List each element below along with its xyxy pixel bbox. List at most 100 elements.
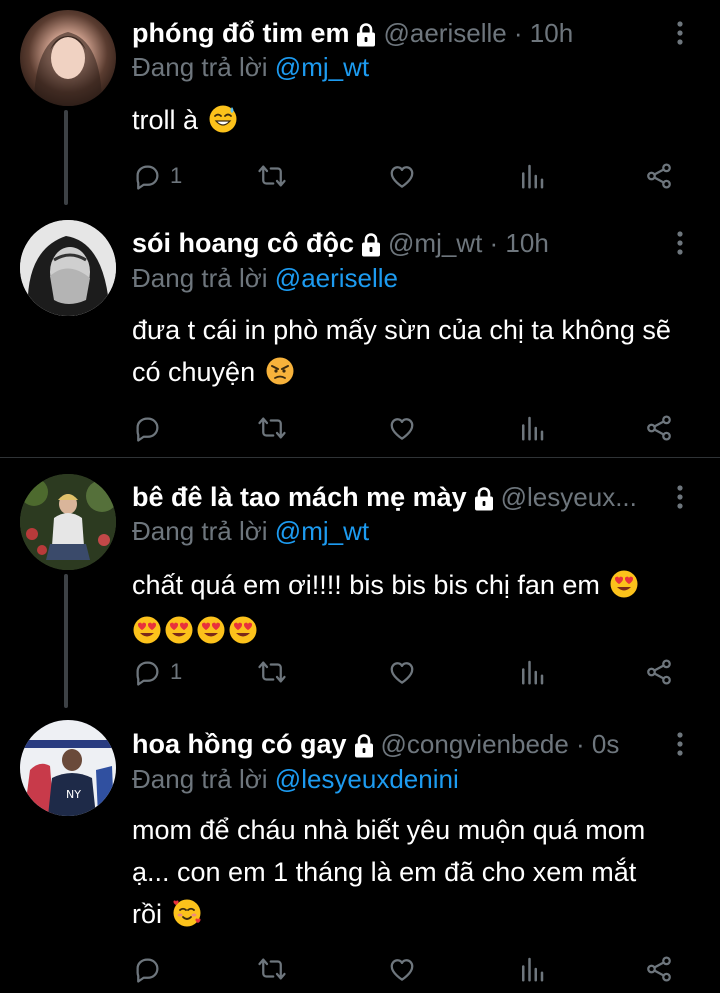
heart-eyes-emoji-icon	[132, 615, 162, 645]
action-bar	[132, 412, 680, 444]
tweet-text-line: rồi	[132, 899, 163, 929]
reply-button[interactable]	[132, 412, 170, 444]
analytics-icon	[517, 657, 547, 687]
tweet[interactable]: NY hoa hồng có gay @congvienbede · 0s Đa…	[0, 708, 720, 993]
heart-icon	[387, 954, 417, 984]
tweet-text-line: troll à	[132, 105, 199, 135]
replying-prefix: Đang trả lời	[132, 764, 268, 794]
share-icon	[644, 413, 674, 443]
comment-icon	[132, 954, 162, 984]
more-vertical-icon[interactable]	[670, 228, 690, 258]
heart-eyes-emoji-icon	[609, 569, 639, 599]
retweet-button[interactable]	[257, 412, 287, 444]
retweet-button[interactable]	[257, 656, 287, 688]
thread-line	[64, 110, 68, 205]
views-button[interactable]	[517, 656, 547, 688]
comment-icon	[132, 657, 162, 687]
tweet-text: troll à	[132, 99, 696, 141]
tweet-header: phóng đổ tim em @aeriselle · 10h	[132, 14, 660, 52]
avatar-photo: NY	[20, 720, 116, 816]
comment-icon	[132, 161, 162, 191]
tweet-text-line: đưa t cái in phò mấy sừn của chị ta khôn…	[132, 315, 671, 345]
like-button[interactable]	[387, 656, 417, 688]
sweat-smile-emoji-icon	[208, 104, 238, 134]
replying-prefix: Đang trả lời	[132, 52, 268, 82]
tweet-header: sói hoang cô độc @mj_wt · 10h	[132, 224, 660, 262]
share-button[interactable]	[644, 160, 674, 192]
like-button[interactable]	[387, 160, 417, 192]
views-button[interactable]	[517, 160, 547, 192]
display-name[interactable]: hoa hồng có gay	[132, 729, 347, 760]
retweet-button[interactable]	[257, 160, 287, 192]
lock-icon	[353, 733, 375, 759]
handle-timestamp: @mj_wt · 10h	[388, 227, 549, 258]
display-name[interactable]: bê đê là tao mách mẹ mày	[132, 482, 467, 513]
tweet-text-line: có chuyện	[132, 357, 256, 387]
heart-eyes-emoji-icon	[228, 615, 258, 645]
views-button[interactable]	[517, 953, 547, 985]
reply-handle-link[interactable]: @lesyeuxdenini	[275, 764, 459, 794]
tweet-text: mom để cháu nhà biết yêu muộn quá mom ạ.…	[132, 809, 696, 935]
svg-text:NY: NY	[66, 788, 81, 801]
analytics-icon	[517, 413, 547, 443]
display-name[interactable]: phóng đổ tim em	[132, 18, 349, 49]
like-button[interactable]	[387, 412, 417, 444]
more-vertical-icon[interactable]	[670, 18, 690, 48]
avatar[interactable]	[20, 474, 116, 570]
reply-button[interactable]: 1	[132, 656, 182, 688]
retweet-icon	[257, 161, 287, 191]
share-icon	[644, 657, 674, 687]
more-vertical-icon[interactable]	[670, 729, 690, 759]
handle-timestamp: @lesyeux...	[500, 481, 637, 512]
reply-handle-link[interactable]: @mj_wt	[275, 516, 369, 546]
avatar-photo	[20, 474, 116, 570]
heart-icon	[387, 413, 417, 443]
replying-to: Đang trả lời @lesyeuxdenini	[132, 764, 459, 795]
share-button[interactable]	[644, 412, 674, 444]
lock-icon	[355, 22, 377, 48]
retweet-icon	[257, 413, 287, 443]
share-icon	[644, 161, 674, 191]
avatar[interactable]: NY	[20, 720, 116, 816]
comment-icon	[132, 413, 162, 443]
handle-timestamp: @congvienbede · 0s	[380, 728, 620, 759]
retweet-icon	[257, 954, 287, 984]
tweet-header: hoa hồng có gay @congvienbede · 0s	[132, 725, 660, 763]
reply-handle-link[interactable]: @mj_wt	[275, 52, 369, 82]
tweet-text: chất quá em ơi!!!! bis bis bis chị fan e…	[132, 564, 696, 652]
tweet[interactable]: bê đê là tao mách mẹ mày @lesyeux... Đan…	[0, 458, 720, 708]
share-button[interactable]	[644, 656, 674, 688]
share-button[interactable]	[644, 953, 674, 985]
smiling-face-with-hearts-emoji-icon	[172, 898, 202, 928]
avatar[interactable]	[20, 10, 116, 106]
analytics-icon	[517, 954, 547, 984]
share-icon	[644, 954, 674, 984]
thread-line	[64, 574, 68, 708]
avatar[interactable]	[20, 220, 116, 316]
replying-prefix: Đang trả lời	[132, 516, 268, 546]
tweet-text: đưa t cái in phò mấy sừn của chị ta khôn…	[132, 309, 696, 393]
heart-eyes-emoji-icon	[164, 615, 194, 645]
reply-button[interactable]	[132, 953, 170, 985]
tweet-text-line: mom để cháu nhà biết yêu muộn quá mom	[132, 815, 646, 845]
like-button[interactable]	[387, 953, 417, 985]
reply-button[interactable]: 1	[132, 160, 182, 192]
display-name[interactable]: sói hoang cô độc	[132, 228, 354, 259]
lock-icon	[473, 486, 495, 512]
reply-count: 1	[170, 163, 183, 188]
more-vertical-icon[interactable]	[670, 482, 690, 512]
tweet-text-line: ạ... con em 1 tháng là em đã cho xem mắt	[132, 857, 637, 887]
views-button[interactable]	[517, 412, 547, 444]
tweet-header: bê đê là tao mách mẹ mày @lesyeux...	[132, 478, 660, 516]
retweet-button[interactable]	[257, 953, 287, 985]
reply-handle-link[interactable]: @aeriselle	[275, 263, 398, 293]
lock-icon	[360, 232, 382, 258]
tweet[interactable]: phóng đổ tim em @aeriselle · 10h Đang tr…	[0, 0, 720, 205]
avatar-photo	[20, 220, 116, 316]
heart-eyes-emoji-icon	[196, 615, 226, 645]
action-bar: 1	[132, 160, 680, 192]
replying-to: Đang trả lời @mj_wt	[132, 516, 369, 547]
tweet[interactable]: sói hoang cô độc @mj_wt · 10h Đang trả l…	[0, 205, 720, 457]
heart-icon	[387, 657, 417, 687]
avatar-photo	[34, 32, 102, 106]
